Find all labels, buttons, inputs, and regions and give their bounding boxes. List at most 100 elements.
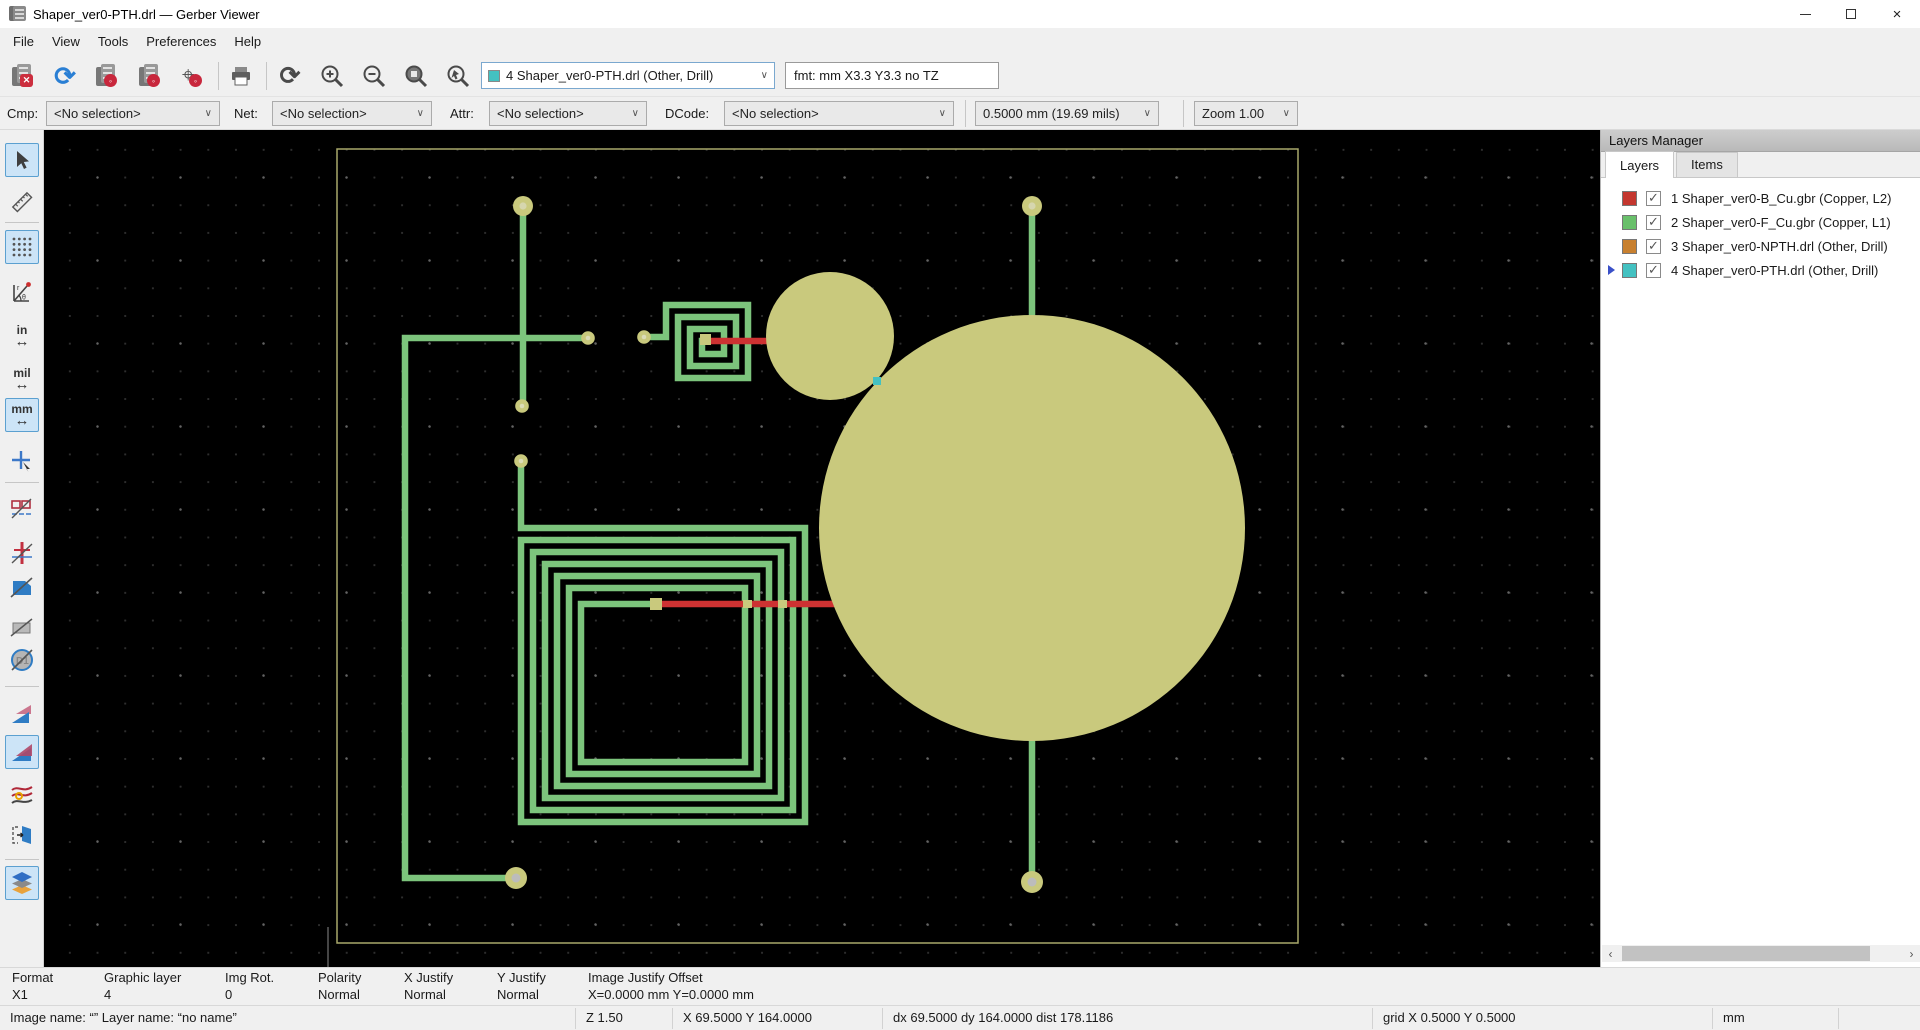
chevron-down-icon: ∨ — [761, 70, 768, 81]
status-grid: grid X 0.5000 Y 0.5000 — [1383, 1010, 1516, 1025]
clear-layers-icon: ✕ — [12, 64, 34, 88]
chevron-down-icon: ∨ — [417, 108, 424, 119]
scrollbar-thumb[interactable] — [1622, 946, 1870, 961]
tab-items[interactable]: Items — [1676, 152, 1738, 177]
scroll-right-icon[interactable]: › — [1903, 947, 1920, 961]
chevron-down-icon: ∨ — [632, 108, 639, 119]
layer-color-swatch[interactable] — [1622, 239, 1637, 254]
print-icon — [229, 64, 253, 88]
minimize-icon — [1800, 14, 1811, 15]
zoom-fit-button[interactable] — [399, 59, 433, 93]
layer-color-swatch[interactable] — [1622, 215, 1637, 230]
layers-horizontal-scrollbar[interactable]: ‹ › — [1602, 945, 1920, 962]
info-x-justify: X JustifyNormal — [404, 970, 453, 1004]
close-button[interactable]: × — [1874, 0, 1920, 28]
layers-manager-panel: Layers Manager Layers Items 1 Shaper_ver… — [1600, 130, 1920, 967]
zoom-fit-icon — [403, 63, 429, 89]
units-inches-button[interactable]: in ↔ — [5, 319, 39, 353]
cmp-select[interactable]: <No selection>∨ — [46, 101, 220, 126]
chevron-down-icon: ∨ — [939, 108, 946, 119]
zoom-in-icon — [319, 63, 345, 89]
flip-view-icon — [10, 823, 34, 847]
layers-manager-caption[interactable]: Layers Manager — [1601, 130, 1920, 152]
pcb-drawing — [44, 130, 1600, 967]
open-gerber-file-button[interactable]: ◦ — [90, 59, 124, 93]
left-toolbar: r θ in ↔ mil ↔ mm ↔ — [0, 130, 44, 967]
format-info-text: fmt: mm X3.3 Y3.3 no TZ — [794, 68, 939, 83]
cmp-label: Cmp: — [7, 106, 38, 121]
zoom-select[interactable]: Zoom 1.00∨ — [1194, 101, 1298, 126]
grid-select[interactable]: 0.5000 mm (19.69 mils)∨ — [975, 101, 1159, 126]
menu-view[interactable]: View — [43, 30, 89, 53]
reload-all-layers-button[interactable]: ⟳ — [48, 59, 82, 93]
polar-coords-icon: r θ — [10, 280, 34, 304]
tab-layers[interactable]: Layers — [1605, 151, 1674, 178]
scroll-left-icon[interactable]: ‹ — [1602, 947, 1619, 961]
zoom-out-icon — [361, 63, 387, 89]
redraw-view-button[interactable]: ⟳ — [273, 59, 307, 93]
sketch-lines-button[interactable] — [5, 536, 39, 570]
clear-all-layers-button[interactable]: ✕ — [6, 59, 40, 93]
layer-row-current[interactable]: 4 Shaper_ver0-PTH.drl (Other, Drill) — [1601, 258, 1920, 282]
zoom-in-button[interactable] — [315, 59, 349, 93]
layer-row[interactable]: 2 Shaper_ver0-F_Cu.gbr (Copper, L1) — [1601, 210, 1920, 234]
open-zip-file-button[interactable]: ◦ — [133, 59, 167, 93]
open-drill-icon: ⌖ ◦ — [181, 64, 203, 88]
layer-visibility-checkbox[interactable] — [1646, 263, 1661, 278]
menu-tools[interactable]: Tools — [89, 30, 137, 53]
zoom-to-selection-button[interactable] — [441, 59, 475, 93]
minimize-button[interactable] — [1782, 0, 1828, 28]
attr-select[interactable]: <No selection>∨ — [489, 101, 647, 126]
layer-color-swatch[interactable] — [1622, 191, 1637, 206]
sketch-polygons-icon — [10, 576, 34, 600]
measure-tool-button[interactable] — [5, 185, 39, 219]
status-delta: dx 69.5000 dy 164.0000 dist 178.1186 — [893, 1010, 1113, 1025]
format-info-box: fmt: mm X3.3 Y3.3 no TZ — [785, 62, 999, 89]
layer-row[interactable]: 1 Shaper_ver0-B_Cu.gbr (Copper, L2) — [1601, 186, 1920, 210]
layer-visibility-checkbox[interactable] — [1646, 239, 1661, 254]
layers-mode-stacked-icon — [10, 740, 34, 764]
flip-view-button[interactable] — [5, 818, 39, 852]
chevron-down-icon: ∨ — [1283, 108, 1290, 119]
toggle-grid-button[interactable] — [5, 230, 39, 264]
close-icon: × — [1893, 7, 1902, 22]
display-mode-normal-button[interactable] — [5, 697, 39, 731]
menu-file[interactable]: File — [4, 30, 43, 53]
select-tool-button[interactable] — [5, 143, 39, 177]
dcode-select[interactable]: <No selection>∨ — [724, 101, 954, 126]
layer-label: 3 Shaper_ver0-NPTH.drl (Other, Drill) — [1671, 239, 1888, 254]
toggle-layers-manager-button[interactable] — [5, 866, 39, 900]
menu-help[interactable]: Help — [225, 30, 270, 53]
units-mils-button[interactable]: mil ↔ — [5, 362, 39, 396]
status-bar: Image name: “” Layer name: “no name” Z 1… — [0, 1005, 1920, 1030]
layer-visibility-checkbox[interactable] — [1646, 191, 1661, 206]
dcode-icon: D1 — [9, 647, 35, 673]
maximize-button[interactable] — [1828, 0, 1874, 28]
svg-text:θ: θ — [22, 295, 26, 302]
polar-coords-button[interactable]: r θ — [5, 275, 39, 309]
layer-visibility-checkbox[interactable] — [1646, 215, 1661, 230]
sketch-polygons-button[interactable] — [5, 571, 39, 605]
menu-preferences[interactable]: Preferences — [137, 30, 225, 53]
ghost-negative-objects-button[interactable] — [5, 611, 39, 645]
gerber-canvas[interactable] — [44, 130, 1600, 967]
units-mm-button[interactable]: mm ↔ — [5, 398, 39, 432]
cursor-shape-button[interactable] — [5, 444, 39, 478]
active-layer-select[interactable]: 4 Shaper_ver0-PTH.drl (Other, Drill) ∨ — [481, 62, 775, 89]
image-info-bar: FormatX1 Graphic layer4 Img Rot.0 Polari… — [0, 967, 1920, 1005]
highlight-nets-button[interactable] — [5, 778, 39, 812]
svg-text:D1: D1 — [16, 656, 29, 667]
pth-drill-dot — [873, 377, 881, 385]
layer-color-swatch[interactable] — [1622, 263, 1637, 278]
status-units: mm — [1723, 1010, 1745, 1025]
net-select[interactable]: <No selection>∨ — [272, 101, 432, 126]
zoom-out-button[interactable] — [357, 59, 391, 93]
open-drill-file-button[interactable]: ⌖ ◦ — [175, 59, 209, 93]
display-mode-stacked-button[interactable] — [5, 735, 39, 769]
layer-row[interactable]: 3 Shaper_ver0-NPTH.drl (Other, Drill) — [1601, 234, 1920, 258]
show-dcodes-button[interactable]: D1 — [5, 643, 39, 677]
large-pad-circle — [819, 315, 1245, 741]
sketch-flashed-items-button[interactable] — [5, 492, 39, 526]
print-button[interactable] — [224, 59, 258, 93]
attr-label: Attr: — [450, 106, 474, 121]
